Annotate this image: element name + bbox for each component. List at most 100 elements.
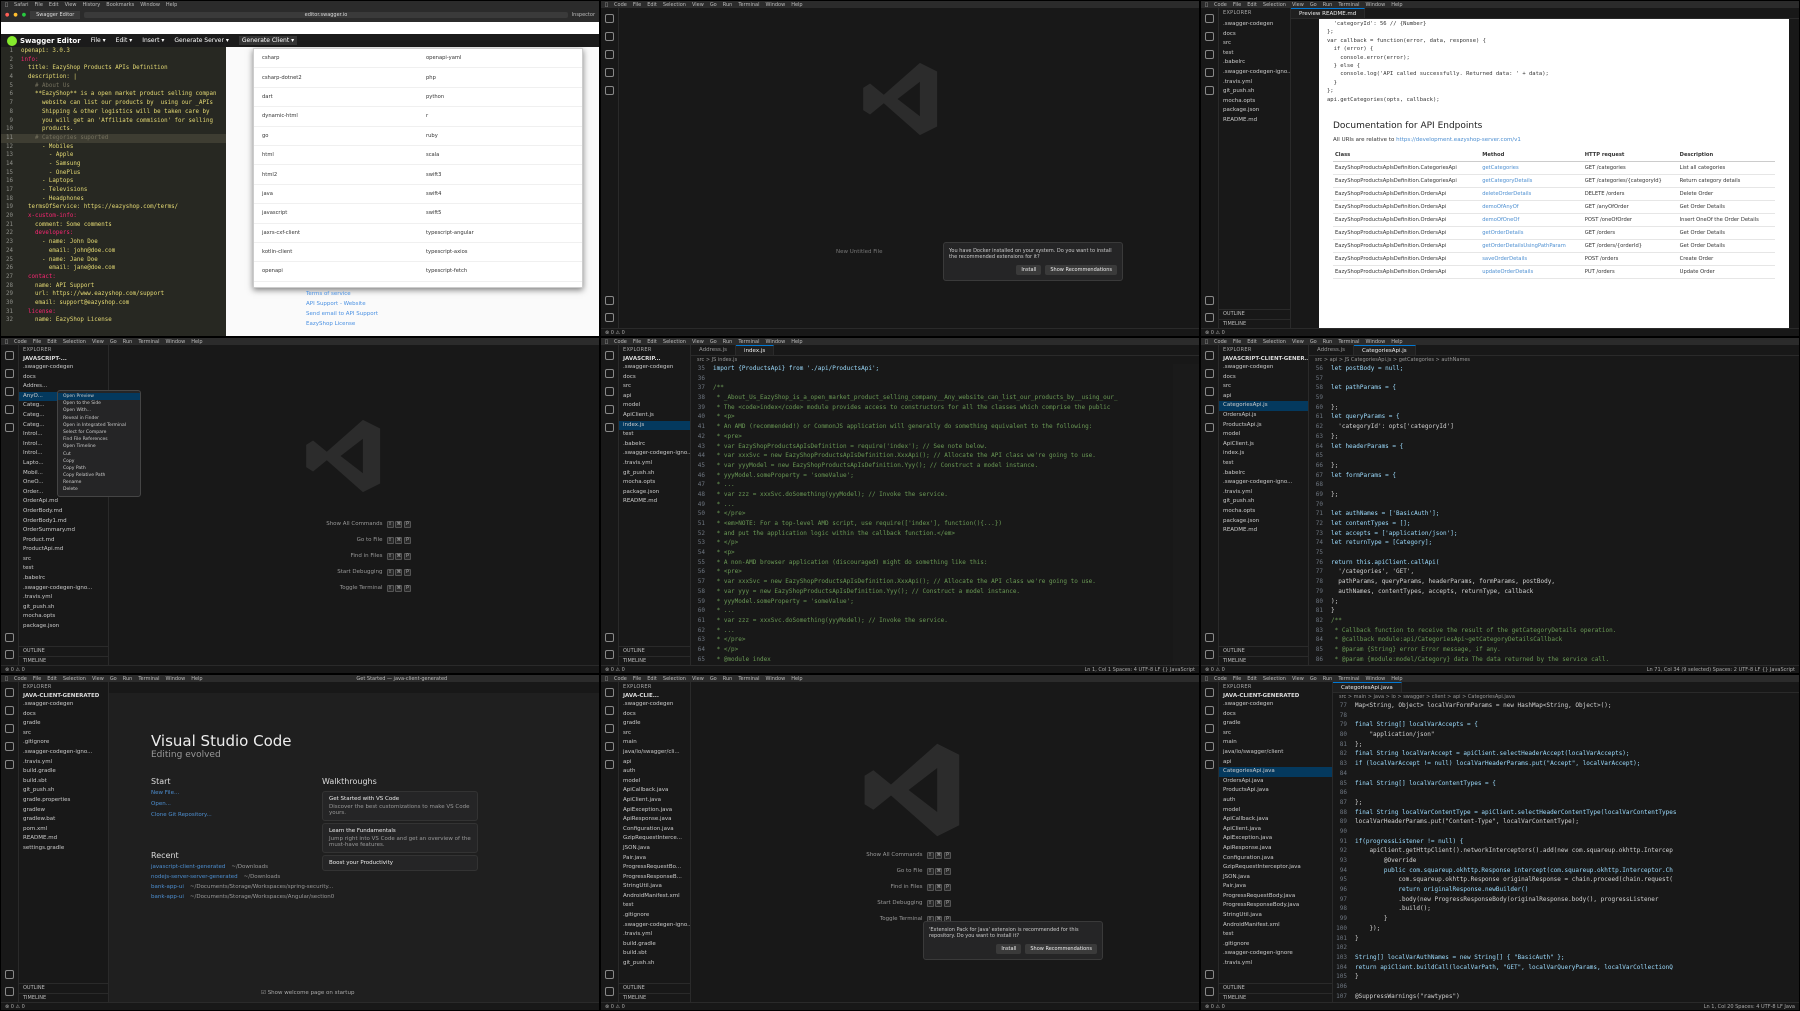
client-option[interactable]: go bbox=[254, 133, 418, 139]
explorer-item[interactable]: gradle bbox=[19, 719, 108, 729]
code-editor[interactable]: 56 let postBody = null; 57 58 let pathParams… bbox=[1309, 364, 1787, 665]
explorer-item[interactable]: JSON.java bbox=[619, 844, 690, 854]
search-icon[interactable] bbox=[5, 369, 14, 378]
show-recommendations-button[interactable]: Show Recommendations bbox=[1025, 944, 1097, 954]
explorer-item[interactable]: ApiException.java bbox=[1219, 834, 1332, 844]
client-option[interactable]: swift5 bbox=[418, 210, 582, 216]
explorer-item[interactable]: AndroidManifest.xml bbox=[1219, 921, 1332, 931]
client-option[interactable]: scala bbox=[418, 152, 582, 158]
run-icon[interactable] bbox=[605, 742, 614, 751]
context-menu-item[interactable]: Reveal in Finder bbox=[58, 415, 140, 422]
explorer-item[interactable]: auth bbox=[619, 767, 690, 777]
gear-icon[interactable] bbox=[1205, 650, 1214, 659]
explorer-item[interactable]: .gitignore bbox=[619, 911, 690, 921]
client-option[interactable]: swift4 bbox=[418, 191, 582, 197]
method-link[interactable]: deleteOrderDetails bbox=[1480, 187, 1583, 201]
shortcut-row[interactable]: Show All Commands ⇧ ⌘ P bbox=[261, 516, 411, 532]
run-icon[interactable] bbox=[1205, 405, 1214, 414]
explorer-item[interactable]: .travis.yml bbox=[1219, 488, 1308, 498]
client-option[interactable]: csharp-dotnet2 bbox=[254, 75, 418, 81]
explorer-item[interactable]: .swagger-codegen-ignore bbox=[1219, 949, 1332, 959]
client-option[interactable]: kotlin-client bbox=[254, 249, 418, 255]
explorer-item[interactable]: docs bbox=[619, 710, 690, 720]
explorer-item[interactable]: ProductsApi.js bbox=[1219, 421, 1308, 431]
source-control-icon[interactable] bbox=[1205, 724, 1214, 733]
explorer-item[interactable]: OrderApi.md bbox=[19, 497, 108, 507]
extensions-icon[interactable] bbox=[1205, 760, 1214, 769]
shortcut-row[interactable]: Start Debugging ⇧ ⌘ P bbox=[801, 895, 951, 911]
context-menu-item[interactable]: Copy Path bbox=[58, 465, 140, 472]
startup-checkbox[interactable]: ☑ Show welcome page on startup bbox=[261, 990, 354, 996]
explorer-item[interactable]: ApiClient.js bbox=[619, 411, 690, 421]
explorer-item[interactable]: OrderSummary.md bbox=[19, 526, 108, 536]
timeline-section[interactable]: TIMELINE bbox=[1219, 656, 1308, 665]
explorer-item[interactable]: OrderBody1.md bbox=[19, 517, 108, 527]
explorer-item[interactable]: .gitignore bbox=[19, 738, 108, 748]
explorer-item[interactable]: .babelrc bbox=[19, 574, 108, 584]
explorer-item[interactable]: .travis.yml bbox=[619, 930, 690, 940]
timeline-section[interactable]: TIMELINE bbox=[619, 656, 690, 665]
context-menu-item[interactable]: Open Timeline bbox=[58, 443, 140, 450]
explorer-item[interactable]: ProgressResponseBody.java bbox=[1219, 901, 1332, 911]
search-icon[interactable] bbox=[5, 706, 14, 715]
method-link[interactable]: demoOfOneOf bbox=[1480, 213, 1583, 227]
timeline-section[interactable]: TIMELINE bbox=[19, 656, 108, 665]
explorer-item[interactable]: api bbox=[1219, 392, 1308, 402]
explorer-item[interactable]: ApiException.java bbox=[619, 806, 690, 816]
explorer-item[interactable]: git_push.sh bbox=[1219, 87, 1290, 97]
account-icon[interactable] bbox=[605, 296, 614, 305]
recent-name[interactable]: nodejs-server-server-generated bbox=[151, 874, 238, 880]
explorer-item[interactable]: docs bbox=[619, 373, 690, 383]
explorer-item[interactable]: GzipRequestInterce... bbox=[619, 834, 690, 844]
explorer-item[interactable]: ApiResponse.java bbox=[619, 815, 690, 825]
explorer-item[interactable]: mocha.opts bbox=[1219, 507, 1308, 517]
explorer-item[interactable]: package.json bbox=[619, 488, 690, 498]
explorer-item[interactable]: .swagger-codegen-igno... bbox=[1219, 478, 1308, 488]
account-icon[interactable] bbox=[5, 633, 14, 642]
explorer-item[interactable]: .babelrc bbox=[619, 440, 690, 450]
explorer-item[interactable]: test bbox=[619, 430, 690, 440]
start-link[interactable]: Open... bbox=[151, 801, 311, 812]
explorer-item[interactable]: AndroidManifest.xml bbox=[619, 892, 690, 902]
explorer-item[interactable]: .travis.yml bbox=[619, 459, 690, 469]
explorer-item[interactable]: CategoriesApi.js bbox=[1219, 401, 1308, 411]
explorer-item[interactable]: mocha.opts bbox=[1219, 97, 1290, 107]
info-link[interactable]: Terms of service bbox=[306, 289, 378, 299]
source-control-icon[interactable] bbox=[5, 724, 14, 733]
context-menu-item[interactable]: Delete bbox=[58, 486, 140, 493]
explorer-item[interactable]: git_push.sh bbox=[1219, 497, 1308, 507]
explorer-item[interactable]: CategoriesApi.java bbox=[1219, 767, 1332, 777]
explorer-root-folder[interactable]: JAVA-CLIENT-GENERATED bbox=[1219, 692, 1332, 700]
minimap[interactable] bbox=[1173, 364, 1199, 665]
shortcut-row[interactable]: Find in Files ⇧ ⌘ P bbox=[801, 879, 951, 895]
run-icon[interactable] bbox=[605, 68, 614, 77]
shortcut-row[interactable]: Find in Files ⇧ ⌘ P bbox=[261, 548, 411, 564]
gear-icon[interactable] bbox=[5, 987, 14, 996]
source-control-icon[interactable] bbox=[1205, 50, 1214, 59]
explorer-item[interactable]: .travis.yml bbox=[19, 593, 108, 603]
extensions-icon[interactable] bbox=[5, 423, 14, 432]
recent-item[interactable]: nodejs-server-server-generated ~/Download… bbox=[151, 874, 311, 884]
info-link[interactable]: EazyShop License bbox=[306, 319, 378, 329]
walkthrough-card[interactable]: Boost your Productivity bbox=[322, 855, 478, 871]
extensions-icon[interactable] bbox=[1205, 86, 1214, 95]
files-icon[interactable] bbox=[1205, 14, 1214, 23]
explorer-item[interactable]: README.md bbox=[19, 834, 108, 844]
explorer-item[interactable]: docs bbox=[1219, 30, 1290, 40]
client-option[interactable]: php bbox=[418, 75, 582, 81]
context-menu-item[interactable]: Rename bbox=[58, 479, 140, 486]
client-option[interactable]: java bbox=[254, 191, 418, 197]
explorer-item[interactable]: build.gradle bbox=[619, 940, 690, 950]
method-link[interactable]: updateOrderDetails bbox=[1480, 265, 1583, 279]
explorer-item[interactable]: gradlew.bat bbox=[19, 815, 108, 825]
method-link[interactable]: getOrderDetails bbox=[1480, 226, 1583, 240]
info-link[interactable]: Send email to API Support bbox=[306, 309, 378, 319]
gear-icon[interactable] bbox=[605, 650, 614, 659]
explorer-item[interactable]: docs bbox=[19, 710, 108, 720]
explorer-item[interactable]: .swagger-codegen bbox=[19, 700, 108, 710]
explorer-item[interactable]: .swagger-codegen bbox=[619, 363, 690, 373]
outline-section[interactable]: OUTLINE bbox=[1219, 983, 1332, 992]
explorer-item[interactable]: build.gradle bbox=[19, 767, 108, 777]
explorer-item[interactable]: settings.gradle bbox=[19, 844, 108, 854]
search-icon[interactable] bbox=[1205, 369, 1214, 378]
